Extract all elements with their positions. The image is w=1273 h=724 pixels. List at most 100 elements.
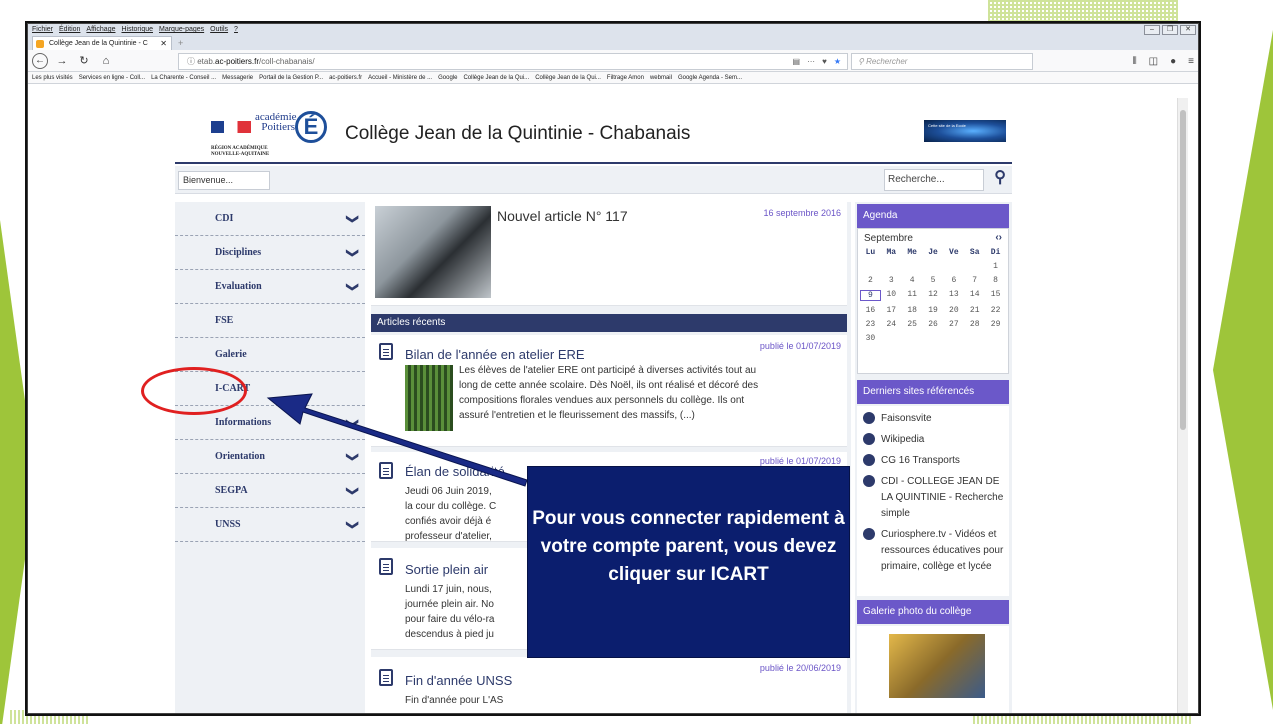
forward-button[interactable]: → xyxy=(54,55,70,67)
bookmark-item[interactable]: Google xyxy=(438,72,457,83)
bookmark-star-icon[interactable]: ★ xyxy=(834,54,841,69)
referenced-link[interactable]: Curiosphere.tv - Vidéos et ressources éd… xyxy=(857,527,1009,575)
calendar-day[interactable]: 22 xyxy=(985,306,1006,315)
article-thumbnail[interactable] xyxy=(405,365,453,431)
calendar-day[interactable]: 20 xyxy=(943,306,964,315)
home-button[interactable]: ⌂ xyxy=(98,55,114,67)
calendar-day[interactable]: 12 xyxy=(923,290,944,301)
bookmark-item[interactable]: Les plus visités xyxy=(32,72,73,83)
menu-icon[interactable]: ≡ xyxy=(1188,56,1194,67)
calendar-day[interactable]: 5 xyxy=(923,276,944,285)
bookmark-item[interactable]: La Charente - Conseil ... xyxy=(151,72,216,83)
article-title[interactable]: Bilan de l'année en atelier ERE xyxy=(405,347,585,362)
pocket-icon[interactable]: ♥ xyxy=(822,54,827,69)
tab-close-icon[interactable]: ✕ xyxy=(160,37,167,50)
sidebar-item-fse[interactable]: FSE xyxy=(175,304,365,338)
menu-item[interactable]: Fichier xyxy=(32,24,53,36)
chevron-down-icon[interactable]: ❯ xyxy=(336,520,370,530)
calendar-day[interactable]: 14 xyxy=(964,290,985,301)
close-window-button[interactable]: ✕ xyxy=(1180,25,1196,35)
calendar-day[interactable]: 13 xyxy=(943,290,964,301)
sidebar-item-disciplines[interactable]: Disciplines ❯ xyxy=(175,236,365,270)
library-icon[interactable]: ⫴ xyxy=(1132,56,1136,67)
sidebar-icon[interactable]: ◫ xyxy=(1149,56,1158,67)
more-icon[interactable]: ··· xyxy=(807,54,815,69)
chevron-down-icon[interactable]: ❯ xyxy=(336,248,370,258)
menu-item[interactable]: Outils xyxy=(210,24,228,36)
bookmark-item[interactable]: Filtrage Amon xyxy=(607,72,644,83)
account-icon[interactable]: ● xyxy=(1170,56,1176,67)
chevron-down-icon[interactable]: ❯ xyxy=(336,214,370,224)
calendar-day[interactable]: 27 xyxy=(943,320,964,329)
calendar-day[interactable]: 24 xyxy=(881,320,902,329)
bookmark-item[interactable]: Collège Jean de la Qui... xyxy=(463,72,529,83)
sidebar-item-segpa[interactable]: SEGPA ❯ xyxy=(175,474,365,508)
chevron-down-icon[interactable]: ❯ xyxy=(336,282,370,292)
menu-item[interactable]: ? xyxy=(234,24,238,36)
calendar-day[interactable]: 26 xyxy=(923,320,944,329)
bookmark-item[interactable]: Services en ligne - Coll... xyxy=(79,72,145,83)
restore-button[interactable]: ❐ xyxy=(1162,25,1178,35)
calendar-day[interactable]: 4 xyxy=(902,276,923,285)
referenced-link[interactable]: Wikipedia xyxy=(857,432,1009,448)
back-button[interactable]: ← xyxy=(32,52,48,69)
calendar-day[interactable]: 3 xyxy=(881,276,902,285)
chevron-down-icon[interactable]: ❯ xyxy=(336,418,370,428)
url-bar[interactable]: ⓘ etab.ac-poitiers.fr/coll-chabanais/ ▤ … xyxy=(178,53,848,70)
referenced-link[interactable]: Faisonsvite xyxy=(857,411,1009,427)
bookmark-item[interactable]: Collège Jean de la Qui... xyxy=(535,72,601,83)
article-card-1[interactable]: publié le 01/07/2019 Bilan de l'année en… xyxy=(371,335,847,447)
gallery-photo[interactable] xyxy=(889,634,985,698)
bookmark-item[interactable]: Messagerie xyxy=(222,72,253,83)
new-tab-button[interactable]: + xyxy=(178,36,183,50)
calendar-day[interactable]: 28 xyxy=(964,320,985,329)
bookmark-item[interactable]: Accueil - Ministère de ... xyxy=(368,72,432,83)
calendar-day[interactable]: 29 xyxy=(985,320,1006,329)
calendar-day[interactable]: 9 xyxy=(860,290,881,301)
calendar-day[interactable]: 11 xyxy=(902,290,923,301)
calendar-day[interactable]: 2 xyxy=(860,276,881,285)
article-title[interactable]: Fin d'année UNSS xyxy=(405,673,512,688)
article-card-4[interactable]: publié le 20/06/2019 Fin d'année UNSS Fi… xyxy=(371,657,847,713)
site-search-input[interactable]: Recherche... xyxy=(884,169,984,191)
calendar-day[interactable]: 1 xyxy=(985,262,1006,271)
scrollbar-thumb[interactable] xyxy=(1180,110,1186,430)
calendar-day[interactable]: 16 xyxy=(860,306,881,315)
sidebar-item-cdi[interactable]: CDI ❯ xyxy=(175,202,365,236)
referenced-link[interactable]: CDI - COLLEGE JEAN DE LA QUINTINIE - Rec… xyxy=(857,474,1009,522)
article-title[interactable]: Élan de solidarité xyxy=(405,464,505,479)
sidebar-item-orientation[interactable]: Orientation ❯ xyxy=(175,440,365,474)
calendar-day[interactable]: 21 xyxy=(964,306,985,315)
featured-title[interactable]: Nouvel article N° 117 xyxy=(497,208,628,224)
calendar-day[interactable]: 6 xyxy=(943,276,964,285)
calendar-day[interactable]: 25 xyxy=(902,320,923,329)
reload-button[interactable]: ↻ xyxy=(76,54,92,67)
featured-article[interactable]: Nouvel article N° 117 16 septembre 2016 xyxy=(371,202,847,306)
page-scrollbar[interactable] xyxy=(1177,98,1188,713)
bookmark-item[interactable]: ac-poitiers.fr xyxy=(329,72,362,83)
search-icon[interactable]: ⚲ xyxy=(994,167,1006,187)
bookmark-item[interactable]: Google Agenda - Sem... xyxy=(678,72,742,83)
sidebar-item-unss[interactable]: UNSS ❯ xyxy=(175,508,365,542)
breadcrumb[interactable]: Bienvenue... xyxy=(178,171,270,190)
chevron-down-icon[interactable]: ❯ xyxy=(336,452,370,462)
calendar-day[interactable]: 17 xyxy=(881,306,902,315)
article-title[interactable]: Sortie plein air xyxy=(405,562,488,577)
referenced-link[interactable]: CG 16 Transports xyxy=(857,453,1009,469)
featured-image-laptop[interactable] xyxy=(375,206,491,298)
bookmark-item[interactable]: webmail xyxy=(650,72,672,83)
minimize-button[interactable]: – xyxy=(1144,25,1160,35)
menu-item[interactable]: Édition xyxy=(59,24,80,36)
calendar-day[interactable]: 10 xyxy=(881,290,902,301)
calendar-day[interactable]: 8 xyxy=(985,276,1006,285)
calendar-day[interactable]: 18 xyxy=(902,306,923,315)
menu-item[interactable]: Affichage xyxy=(86,24,115,36)
calendar-day[interactable]: 19 xyxy=(923,306,944,315)
menu-item[interactable]: Marque-pages xyxy=(159,24,204,36)
browser-search-input[interactable]: ⚲ Rechercher xyxy=(851,53,1033,70)
browser-tab[interactable]: Collège Jean de la Quintinie - C ✕ xyxy=(32,36,172,50)
chevron-down-icon[interactable]: ❯ xyxy=(336,486,370,496)
reader-icon[interactable]: ▤ xyxy=(793,54,801,69)
calendar-nav-arrows[interactable]: ‹› xyxy=(995,232,1002,243)
menu-item[interactable]: Historique xyxy=(121,24,153,36)
